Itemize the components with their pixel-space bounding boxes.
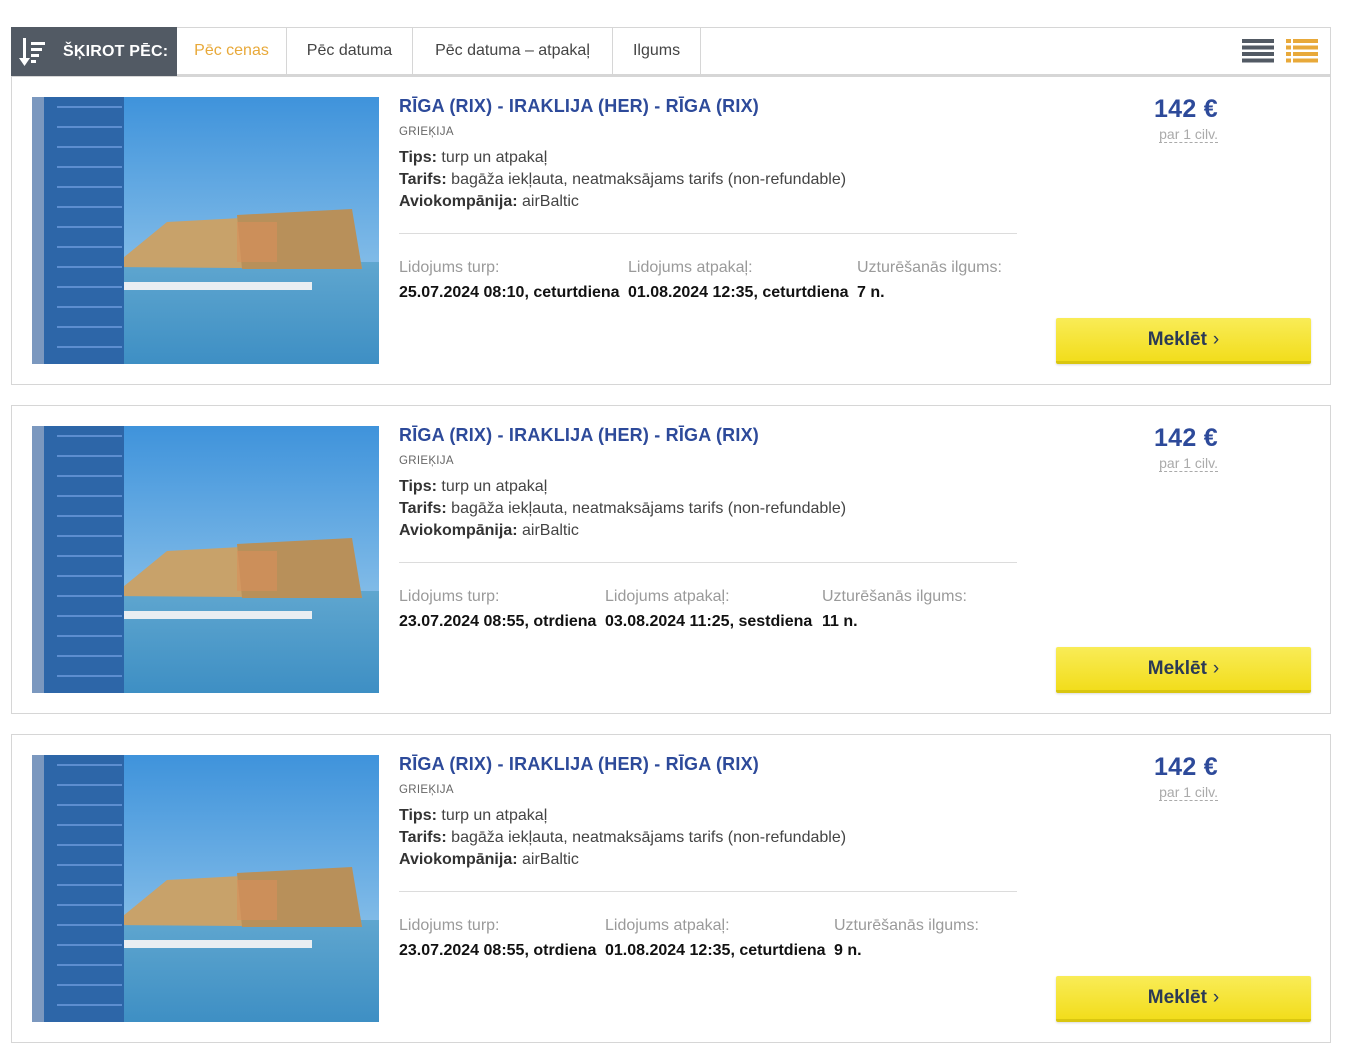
- return-label: Lidojums atpakaļ:: [628, 259, 753, 276]
- return-value: 03.08.2024 11:25, sestdiena: [605, 613, 813, 630]
- fare-value: bagāža iekļauta, neatmaksājams tarifs (n…: [451, 171, 847, 188]
- return-value: 01.08.2024 12:35, ceturtdiena: [605, 942, 826, 959]
- list-view-icon[interactable]: [1242, 39, 1274, 63]
- airline-value: airBaltic: [522, 522, 579, 539]
- tab-sort-price[interactable]: Pēc cenas: [177, 28, 287, 74]
- trip-type-label: Tips:: [399, 149, 437, 166]
- search-button-label: Meklēt: [1147, 986, 1207, 1008]
- outbound-label: Lidojums turp:: [399, 588, 500, 605]
- stay-duration: Uzturēšanās ilgums: 9 n.: [834, 917, 979, 960]
- stay-label: Uzturēšanās ilgums:: [834, 917, 979, 934]
- trip-type: Tips: turp un atpakaļ: [399, 478, 547, 496]
- outbound-label: Lidojums turp:: [399, 917, 500, 934]
- trip-type: Tips: turp un atpakaļ: [399, 807, 547, 825]
- view-switcher: [1242, 28, 1330, 74]
- outbound-value: 23.07.2024 08:55, otrdiena: [399, 942, 597, 959]
- route-title[interactable]: RĪGA (RIX) - IRAKLIJA (HER) - RĪGA (RIX): [399, 425, 759, 446]
- fare-label: Tarifs:: [399, 171, 447, 188]
- stay-duration: Uzturēšanās ilgums: 11 n.: [822, 588, 967, 631]
- return-label: Lidojums atpakaļ:: [605, 588, 730, 605]
- return-flight: Lidojums atpakaļ: 01.08.2024 12:35, cetu…: [628, 259, 849, 302]
- country-label: GRIEĶIJA: [399, 455, 454, 467]
- return-value: 01.08.2024 12:35, ceturtdiena: [628, 284, 849, 301]
- trip-type-value: turp un atpakaļ: [441, 149, 548, 166]
- search-button[interactable]: Meklēt ›: [1056, 318, 1311, 364]
- airline-label: Aviokompānija:: [399, 851, 518, 868]
- airline-label: Aviokompānija:: [399, 193, 518, 210]
- stay-duration: Uzturēšanās ilgums: 7 n.: [857, 259, 1002, 302]
- airline-value: airBaltic: [522, 851, 579, 868]
- outbound-flight: Lidojums turp: 23.07.2024 08:55, otrdien…: [399, 588, 596, 631]
- fare-value: bagāža iekļauta, neatmaksājams tarifs (n…: [451, 500, 847, 517]
- stay-value: 9 n.: [834, 942, 862, 959]
- destination-photo[interactable]: [32, 426, 379, 693]
- route-title[interactable]: RĪGA (RIX) - IRAKLIJA (HER) - RĪGA (RIX): [399, 754, 759, 775]
- detailed-list-view-icon[interactable]: [1286, 39, 1318, 63]
- sort-label-text: ŠĶIROT PĒC:: [63, 42, 169, 60]
- search-button[interactable]: Meklēt ›: [1056, 647, 1311, 693]
- airline-value: airBaltic: [522, 193, 579, 210]
- outbound-value: 25.07.2024 08:10, ceturtdiena: [399, 284, 620, 301]
- return-flight: Lidojums atpakaļ: 01.08.2024 12:35, cetu…: [605, 917, 826, 960]
- fare: Tarifs: bagāža iekļauta, neatmaksājams t…: [399, 171, 846, 189]
- country-label: GRIEĶIJA: [399, 784, 454, 796]
- return-label: Lidojums atpakaļ:: [605, 917, 730, 934]
- trip-type-value: turp un atpakaļ: [441, 807, 548, 824]
- fare-value: bagāža iekļauta, neatmaksājams tarifs (n…: [451, 829, 847, 846]
- search-button-label: Meklēt: [1147, 328, 1207, 350]
- airline: Aviokompānija: airBaltic: [399, 851, 579, 869]
- chevron-right-icon: ›: [1212, 657, 1220, 679]
- stay-label: Uzturēšanās ilgums:: [822, 588, 967, 605]
- sort-label: ŠĶIROT PĒC:: [11, 27, 177, 76]
- outbound-flight: Lidojums turp: 23.07.2024 08:55, otrdien…: [399, 917, 596, 960]
- tab-sort-duration[interactable]: Ilgums: [613, 28, 701, 74]
- destination-photo[interactable]: [32, 755, 379, 1022]
- divider: [399, 562, 1017, 563]
- outbound-flight: Lidojums turp: 25.07.2024 08:10, ceturtd…: [399, 259, 620, 302]
- price: 142 €: [1153, 424, 1218, 452]
- stay-label: Uzturēšanās ilgums:: [857, 259, 1002, 276]
- price: 142 €: [1153, 95, 1218, 123]
- chevron-right-icon: ›: [1212, 986, 1220, 1008]
- search-button[interactable]: Meklēt ›: [1056, 976, 1311, 1022]
- divider: [399, 233, 1017, 234]
- trip-type-value: turp un atpakaļ: [441, 478, 548, 495]
- outbound-label: Lidojums turp:: [399, 259, 500, 276]
- return-flight: Lidojums atpakaļ: 03.08.2024 11:25, sest…: [605, 588, 812, 631]
- airline: Aviokompānija: airBaltic: [399, 522, 579, 540]
- sort-icon: [19, 37, 45, 66]
- price: 142 €: [1153, 753, 1218, 781]
- tab-sort-date-back[interactable]: Pēc datuma – atpakaļ: [413, 28, 613, 74]
- fare-label: Tarifs:: [399, 500, 447, 517]
- outbound-value: 23.07.2024 08:55, otrdiena: [399, 613, 597, 630]
- fare: Tarifs: bagāža iekļauta, neatmaksājams t…: [399, 829, 846, 847]
- country-label: GRIEĶIJA: [399, 126, 454, 138]
- trip-type-label: Tips:: [399, 478, 437, 495]
- airline: Aviokompānija: airBaltic: [399, 193, 579, 211]
- destination-photo[interactable]: [32, 97, 379, 364]
- stay-value: 7 n.: [857, 284, 885, 301]
- divider: [399, 891, 1017, 892]
- search-button-label: Meklēt: [1147, 657, 1207, 679]
- chevron-right-icon: ›: [1212, 328, 1220, 350]
- price-per-person[interactable]: par 1 cilv.: [1159, 455, 1218, 472]
- flight-card: RĪGA (RIX) - IRAKLIJA (HER) - RĪGA (RIX)…: [11, 405, 1331, 714]
- fare: Tarifs: bagāža iekļauta, neatmaksājams t…: [399, 500, 846, 518]
- tab-sort-date[interactable]: Pēc datuma: [287, 28, 413, 74]
- trip-type: Tips: turp un atpakaļ: [399, 149, 547, 167]
- trip-type-label: Tips:: [399, 807, 437, 824]
- sort-bar: ŠĶIROT PĒC: Pēc cenas Pēc datuma Pēc dat…: [11, 27, 1331, 76]
- airline-label: Aviokompānija:: [399, 522, 518, 539]
- fare-label: Tarifs:: [399, 829, 447, 846]
- route-title[interactable]: RĪGA (RIX) - IRAKLIJA (HER) - RĪGA (RIX): [399, 96, 759, 117]
- price-per-person[interactable]: par 1 cilv.: [1159, 126, 1218, 143]
- flight-card: RĪGA (RIX) - IRAKLIJA (HER) - RĪGA (RIX)…: [11, 734, 1331, 1043]
- price-per-person[interactable]: par 1 cilv.: [1159, 784, 1218, 801]
- stay-value: 11 n.: [822, 613, 858, 630]
- flight-card: RĪGA (RIX) - IRAKLIJA (HER) - RĪGA (RIX)…: [11, 76, 1331, 385]
